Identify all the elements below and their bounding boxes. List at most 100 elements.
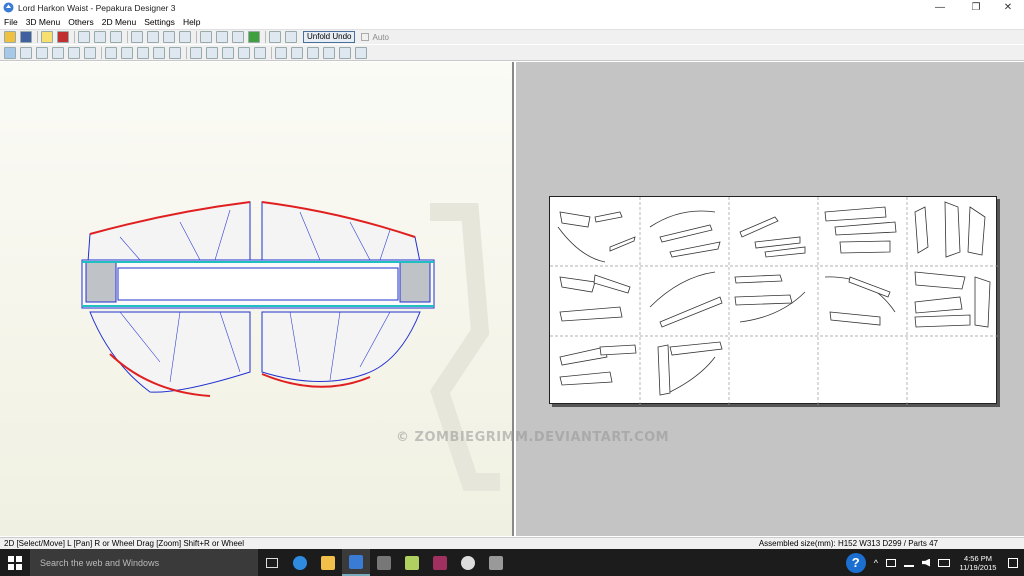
toolbar-separator [271, 46, 272, 59]
toolbar-bottom [0, 45, 1024, 61]
menu-3d[interactable]: 3D Menu [26, 17, 61, 27]
zoom-fit-icon[interactable] [206, 46, 218, 59]
edge-icon [293, 555, 307, 570]
grid-icon[interactable] [68, 46, 80, 59]
taskbar-search-box[interactable]: Search the web and Windows [30, 549, 258, 576]
pepakura-icon [349, 554, 363, 569]
image-icon[interactable] [110, 31, 122, 43]
watermark-text: © ZOMBIEGRIMM.DEVIANTART.COM [396, 430, 670, 445]
flag-icon[interactable] [94, 31, 106, 43]
status-bar: 2D [Select/Move] L [Pan] R or Wheel Drag… [0, 537, 1024, 549]
lightbulb-icon[interactable] [41, 31, 53, 43]
join-icon[interactable] [216, 31, 228, 43]
flaps-icon[interactable] [232, 31, 244, 43]
align-center-icon[interactable] [291, 46, 303, 59]
minimize-button[interactable]: — [924, 0, 956, 15]
taskbar-clock[interactable]: 4:56 PM 11/19/2015 [956, 554, 1000, 572]
status-assembled-size: Assembled size(mm): H152 W313 D299 / Par… [758, 539, 938, 548]
auto-checkbox[interactable] [361, 33, 370, 41]
help-icon[interactable]: ? [845, 552, 866, 573]
3d-view-pane[interactable] [0, 62, 514, 536]
toolbar-separator [265, 31, 266, 43]
edge-browser-button[interactable] [286, 549, 314, 576]
edit-icon[interactable] [131, 31, 143, 43]
maximize-button[interactable]: ❐ [960, 0, 992, 15]
rotate-ccw-icon[interactable] [169, 46, 181, 59]
rect-select-icon[interactable] [36, 46, 48, 59]
taskbar-app-button[interactable] [370, 549, 398, 576]
auto-label: Auto [372, 32, 389, 42]
text-icon[interactable] [105, 46, 117, 59]
open-icon[interactable] [4, 31, 16, 43]
edge-icon[interactable] [20, 46, 32, 59]
page-icon[interactable] [222, 46, 234, 59]
start-button[interactable] [0, 549, 30, 576]
taskbar-app-button[interactable] [454, 549, 482, 576]
save-icon[interactable] [20, 31, 32, 43]
window-split-icon[interactable] [285, 31, 297, 43]
picture-icon[interactable] [121, 46, 133, 59]
align-middle-icon[interactable] [339, 46, 351, 59]
align-right-icon[interactable] [307, 46, 319, 59]
status-hint: 2D [Select/Move] L [Pan] R or Wheel Drag… [4, 539, 245, 548]
print-layout-sheet[interactable] [549, 196, 998, 405]
toolbar-separator [196, 31, 197, 43]
menu-others[interactable]: Others [68, 17, 94, 27]
waist-armor-model [81, 201, 500, 491]
color-icon[interactable] [248, 31, 260, 43]
unfold-undo-button[interactable]: Unfold Undo [303, 31, 356, 43]
app-icon [405, 555, 419, 570]
keyboard-icon[interactable] [938, 558, 950, 567]
menu-2d[interactable]: 2D Menu [102, 17, 137, 27]
recycle-icon[interactable] [179, 31, 191, 43]
rotate-icon[interactable] [78, 31, 90, 43]
menu-help[interactable]: Help [183, 17, 200, 27]
menu-bar: File 3D Menu Others 2D Menu Settings Hel… [0, 15, 1024, 29]
anchor-icon[interactable] [163, 31, 175, 43]
auto-toggle[interactable]: Auto [361, 32, 389, 42]
taskbar-app-button[interactable] [426, 549, 454, 576]
menu-file[interactable]: File [4, 17, 18, 27]
align-left-icon[interactable] [275, 46, 287, 59]
notifications-icon[interactable] [1008, 557, 1018, 568]
volume-icon[interactable] [922, 558, 930, 567]
panel-icon[interactable] [52, 46, 64, 59]
print-icon[interactable] [254, 46, 266, 59]
folder-icon [321, 555, 335, 570]
app-icon [461, 555, 475, 570]
paste-icon[interactable] [137, 46, 149, 59]
close-button[interactable]: ✕ [992, 0, 1024, 15]
battery-icon[interactable] [886, 558, 896, 567]
zoom-icon[interactable] [190, 46, 202, 59]
app-icon [489, 555, 503, 570]
pin-icon[interactable] [147, 31, 159, 43]
toolbar-separator [74, 31, 75, 43]
align-bottom-icon[interactable] [355, 46, 367, 59]
toolbar-separator [127, 31, 128, 43]
taskbar-app-button[interactable] [482, 549, 510, 576]
app-icon [433, 555, 447, 570]
2d-view-pane[interactable] [516, 62, 1024, 536]
network-icon[interactable] [904, 559, 914, 567]
tray-chevron-up-icon[interactable]: ^ [874, 558, 878, 568]
pepakura-app-icon [3, 2, 14, 13]
task-view-icon [266, 557, 278, 568]
select-move-icon[interactable] [4, 46, 16, 59]
select-icon[interactable] [200, 31, 212, 43]
file-explorer-button[interactable] [314, 549, 342, 576]
align-top-icon[interactable] [323, 46, 335, 59]
taskbar-app-button[interactable] [398, 549, 426, 576]
page-setup-icon[interactable] [238, 46, 250, 59]
task-view-button[interactable] [258, 549, 286, 576]
pepakura-taskbar-button[interactable] [342, 549, 370, 576]
line-icon[interactable] [84, 46, 96, 59]
system-tray: ? ^ 4:56 PM 11/19/2015 [845, 549, 1024, 576]
windows-logo-icon [8, 555, 22, 570]
clock-time: 4:56 PM [964, 553, 992, 563]
cube-icon[interactable] [57, 31, 69, 43]
menu-settings[interactable]: Settings [144, 17, 175, 27]
window-icon[interactable] [269, 31, 281, 43]
unfolded-parts [550, 197, 998, 405]
title-bar: Lord Harkon Waist - Pepakura Designer 3 … [0, 0, 1024, 15]
rotate-cw-icon[interactable] [153, 46, 165, 59]
